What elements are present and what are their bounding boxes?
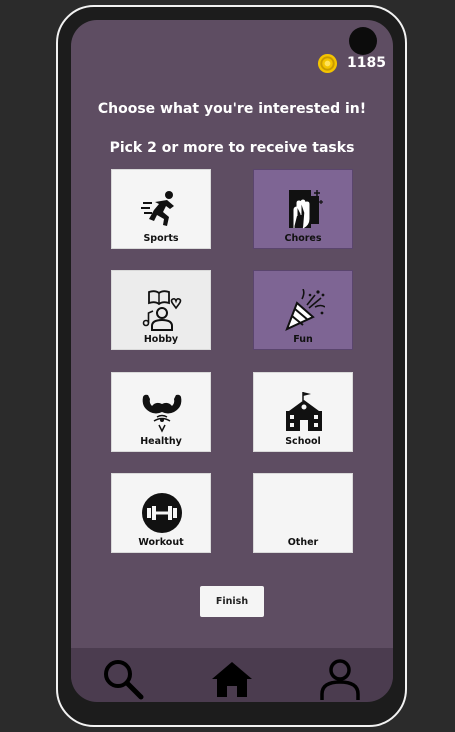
party-popper-icon — [285, 289, 325, 331]
home-icon[interactable] — [210, 657, 254, 701]
interest-label: Sports — [143, 233, 179, 244]
interest-tile-chores[interactable]: Chores — [253, 169, 353, 249]
coin-icon — [317, 53, 338, 74]
dumbbell-icon — [142, 493, 182, 533]
interest-tile-workout[interactable]: Workout — [111, 473, 211, 553]
coin-count: 1185 — [347, 55, 386, 71]
interest-tile-sports[interactable]: Sports — [111, 169, 211, 249]
finish-button[interactable]: Finish — [200, 586, 264, 617]
interest-tile-other[interactable]: Other — [253, 473, 353, 553]
interest-tile-healthy[interactable]: Healthy — [111, 372, 211, 452]
interest-label: Fun — [293, 334, 313, 345]
muscle-arms-icon — [142, 394, 182, 433]
interest-label: Other — [287, 537, 319, 548]
interest-tile-hobby[interactable]: Hobby — [111, 270, 211, 350]
search-icon[interactable] — [101, 657, 145, 701]
user-icon[interactable] — [318, 657, 362, 701]
hobby-person-icon — [142, 290, 182, 331]
page-subtitle: Pick 2 or more to receive tasks — [109, 140, 355, 156]
interest-tile-school[interactable]: School — [253, 372, 353, 452]
interest-label: Chores — [284, 233, 322, 244]
interest-tile-fun[interactable]: Fun — [253, 270, 353, 350]
school-building-icon — [286, 392, 322, 431]
interest-label: Healthy — [140, 436, 182, 447]
camera-notch — [349, 27, 377, 55]
interest-label: Hobby — [143, 334, 179, 345]
page-title: Choose what you're interested in! — [97, 101, 367, 117]
interest-label: Workout — [138, 537, 184, 548]
cleaning-hand-icon — [289, 190, 323, 229]
interest-label: School — [285, 436, 321, 447]
running-person-icon — [141, 191, 174, 226]
